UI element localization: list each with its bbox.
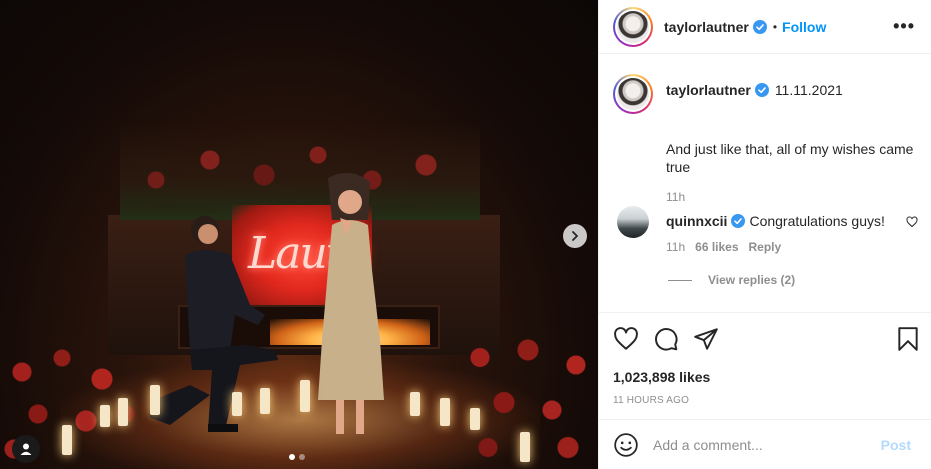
post-timestamp[interactable]: 11 HOURS AGO [613, 395, 689, 406]
user-icon [20, 443, 32, 455]
carousel-dot-active [289, 454, 295, 460]
caption-avatar[interactable] [613, 74, 653, 114]
post-actions [599, 312, 931, 364]
photo-standing-woman [318, 172, 384, 434]
post-photo[interactable]: Lauth [0, 0, 598, 469]
author-avatar[interactable] [613, 6, 653, 47]
header-separator: • [772, 19, 778, 34]
emoji-smile-icon[interactable] [613, 432, 639, 458]
comment-like-heart-icon[interactable] [906, 216, 918, 228]
commenter-username[interactable]: quinnxcii [666, 213, 727, 229]
verified-badge-icon [731, 214, 746, 228]
verified-badge-icon [752, 19, 767, 34]
tagged-users-button[interactable] [12, 435, 40, 463]
replies-divider [668, 279, 692, 281]
view-replies-label: View replies (2) [708, 273, 796, 287]
commenter-avatar[interactable] [617, 206, 649, 238]
carousel-dot [299, 454, 305, 460]
post-sidebar: taylorlautner • Follow ••• taylorlautner… [598, 0, 931, 469]
caption-username[interactable]: taylorlautner [666, 82, 751, 98]
verified-badge-icon [754, 83, 769, 97]
caption-text: And just like that, all of my wishes cam… [666, 141, 914, 175]
comment-text: Congratulations guys! [749, 213, 885, 229]
follow-button[interactable]: Follow [782, 19, 826, 35]
post-comment-button[interactable]: Post [881, 437, 911, 453]
comment-reply-button[interactable]: Reply [749, 240, 782, 254]
comment-meta: 11h 66 likes Reply [666, 240, 781, 254]
author-avatar-image [617, 10, 649, 43]
bookmark-icon[interactable] [895, 326, 921, 352]
like-heart-icon[interactable] [613, 326, 639, 352]
view-replies-button[interactable]: View replies (2) [668, 273, 795, 287]
post-likes-count[interactable]: 1,023,898 likes [613, 369, 710, 385]
comments-section: taylorlautner 11.11.2021 And just like th… [599, 54, 931, 312]
caption-avatar-image [617, 78, 649, 110]
comment-time[interactable]: 11h [666, 240, 685, 254]
author-username[interactable]: taylorlautner [664, 19, 749, 35]
chevron-right-icon [572, 231, 578, 241]
comment-bubble-icon[interactable] [653, 326, 679, 352]
carousel-indicator [289, 454, 305, 460]
post-header: taylorlautner • Follow ••• [599, 0, 931, 54]
comment-likes[interactable]: 66 likes [695, 240, 738, 254]
share-send-icon[interactable] [693, 326, 719, 352]
caption-date: 11.11.2021 [774, 82, 843, 98]
add-comment-bar: Post [599, 419, 931, 469]
add-comment-input[interactable] [653, 436, 881, 453]
next-image-button[interactable] [563, 224, 587, 248]
more-options-button[interactable]: ••• [893, 16, 915, 37]
caption-time[interactable]: 11h [666, 190, 685, 204]
